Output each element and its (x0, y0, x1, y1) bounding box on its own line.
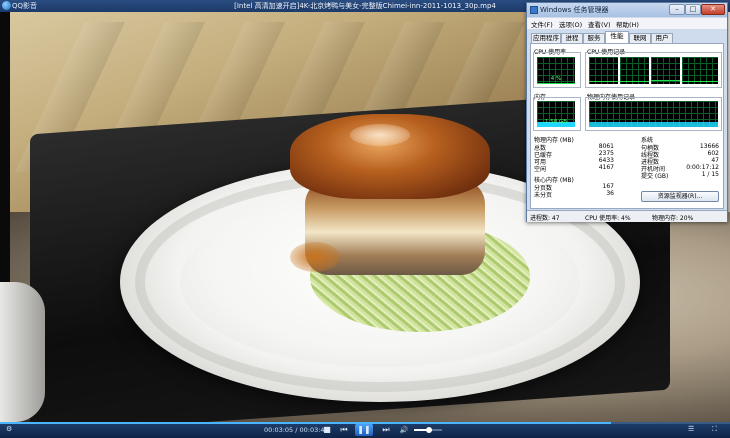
stat-commit: 提交 (GB) 1 / 15 (641, 171, 719, 180)
status-cpu: CPU 使用率: 4% (585, 215, 631, 222)
status-memory: 物理内存: 20% (652, 215, 694, 222)
cpu-core-4-graph (682, 57, 718, 84)
pause-button-icon[interactable]: ❚❚ (355, 424, 373, 436)
sauce-drip (290, 242, 340, 272)
menu-bar: 文件(F) 选项(O) 查看(V) 帮助(H) (527, 18, 727, 29)
memory-history-graph (589, 101, 718, 127)
status-processes: 进程数: 47 (530, 215, 560, 222)
close-button[interactable]: ✕ (701, 4, 725, 15)
memory-gauge: 1.58 GB (537, 101, 575, 127)
stat-nonpaged: 未分页 36 (534, 190, 614, 199)
task-manager-title: Windows 任务管理器 (540, 6, 609, 14)
glaze-highlight (350, 124, 410, 146)
cpu-core-1-graph (589, 57, 618, 84)
task-manager-titlebar[interactable]: Windows 任务管理器 – □ ✕ (527, 3, 727, 17)
fullscreen-icon[interactable]: ⛶ (712, 425, 717, 434)
playlist-icon[interactable]: ☰ (688, 425, 694, 433)
volume-icon[interactable]: 🔊 (398, 425, 410, 435)
tab-strip: 应用程序 进程 服务 性能 联网 用户 (527, 31, 727, 43)
cpu-core-3-graph (651, 57, 680, 84)
settings-icon[interactable]: ⚙ (6, 425, 12, 433)
cpu-core-2-graph (620, 57, 649, 84)
menu-help[interactable]: 帮助(H) (616, 19, 639, 29)
next-button-icon[interactable]: ⏭ (380, 425, 392, 435)
minimize-button[interactable]: – (669, 4, 685, 15)
stat-free: 空闲 4167 (534, 164, 614, 173)
memory-value: 1.58 GB (544, 119, 568, 125)
previous-button-icon[interactable]: ⏮ (338, 425, 350, 435)
time-display: 00:03:05 / 00:03:41 (264, 426, 329, 434)
menu-view[interactable]: 查看(V) (588, 19, 611, 29)
cpu-usage-value: 4 % (550, 76, 562, 82)
tab-networking[interactable]: 联网 (629, 33, 651, 43)
player-control-bar: ⚙ 00:03:05 / 00:03:41 ■ ⏮ ❚❚ ⏭ 🔊 ☰ ⛶ (0, 422, 730, 438)
volume-slider-handle[interactable] (426, 427, 433, 433)
tab-processes[interactable]: 进程 (561, 33, 583, 43)
task-manager-window[interactable]: Windows 任务管理器 – □ ✕ 文件(F) 选项(O) 查看(V) 帮助… (526, 2, 728, 222)
porcelain-cup (0, 282, 45, 422)
cpu-usage-bar (537, 82, 575, 84)
tab-applications[interactable]: 应用程序 (531, 33, 561, 43)
cpu-usage-gauge: 4 % (537, 57, 575, 84)
performance-panel: CPU 使用率 4 % CPU 使用记录 内存 1.58 GB 物理内存使用记录… (530, 43, 724, 209)
tab-services[interactable]: 服务 (583, 33, 605, 43)
menu-options[interactable]: 选项(O) (559, 19, 582, 29)
resource-monitor-button[interactable]: 资源监视器(R)... (641, 191, 719, 202)
tab-users[interactable]: 用户 (651, 33, 673, 43)
task-manager-icon (530, 6, 538, 14)
menu-file[interactable]: 文件(F) (531, 19, 553, 29)
tab-performance[interactable]: 性能 (605, 31, 629, 43)
seek-bar-fill (0, 422, 611, 424)
stop-button-icon[interactable]: ■ (322, 425, 332, 435)
status-bar: 进程数: 47 CPU 使用率: 4% 物理内存: 20% (527, 210, 727, 222)
maximize-button[interactable]: □ (685, 4, 701, 15)
